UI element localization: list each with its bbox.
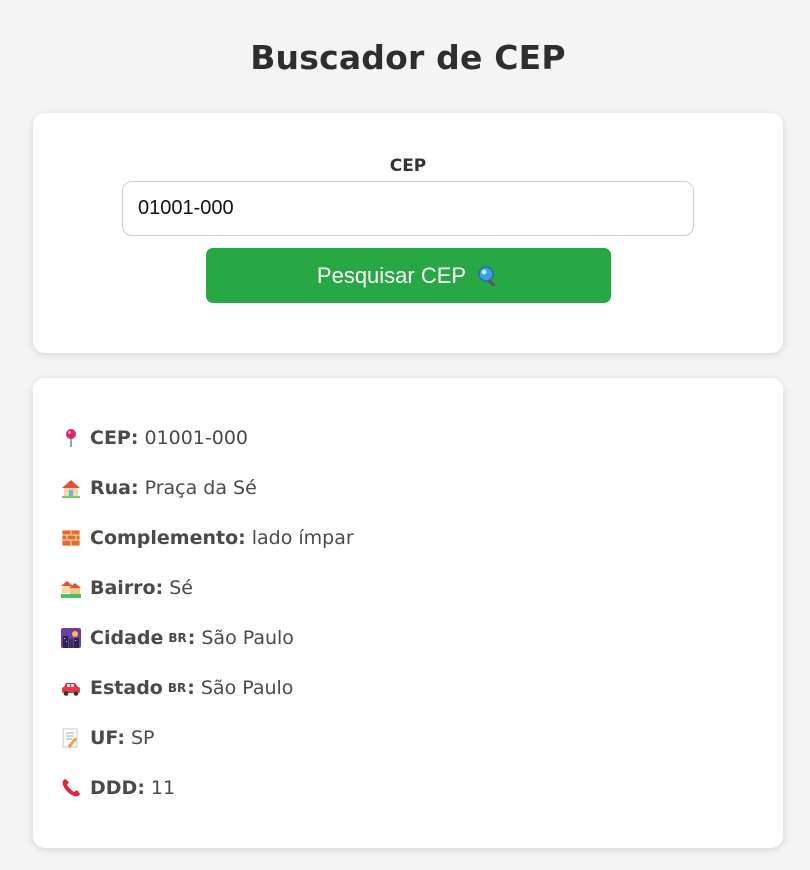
cidade-value: São Paulo bbox=[201, 627, 294, 649]
bairro-value: Sé bbox=[169, 577, 193, 599]
memo-icon bbox=[61, 728, 81, 748]
result-row-cidade: Cidade BR : São Paulo bbox=[61, 625, 294, 651]
phone-icon bbox=[61, 778, 81, 798]
result-row-estado: Estado BR : São Paulo bbox=[61, 675, 293, 701]
result-row-rua: Rua: Praça da Sé bbox=[61, 475, 257, 501]
cidade-colon: : bbox=[187, 627, 196, 649]
cidade-flag-text: BR bbox=[168, 631, 187, 645]
magnifier-icon bbox=[476, 264, 500, 288]
result-row-bairro: Bairro: Sé bbox=[61, 575, 193, 601]
brick-icon bbox=[61, 528, 81, 548]
cep-label: CEP: bbox=[90, 427, 139, 449]
cidade-label: Cidade bbox=[90, 627, 164, 649]
pin-icon bbox=[61, 428, 81, 448]
complemento-value: lado ímpar bbox=[251, 527, 354, 549]
car-icon bbox=[61, 678, 81, 698]
search-cep-button[interactable]: Pesquisar CEP bbox=[206, 248, 611, 303]
result-row-ddd: DDD: 11 bbox=[61, 775, 175, 801]
estado-label: Estado bbox=[90, 677, 163, 699]
estado-flag-text: BR bbox=[167, 681, 187, 695]
page-title: Buscador de CEP bbox=[250, 38, 566, 77]
complemento-label: Complemento: bbox=[90, 527, 246, 549]
rua-label: Rua: bbox=[90, 477, 139, 499]
estado-value: São Paulo bbox=[200, 677, 294, 699]
result-row-cep: CEP: 01001-000 bbox=[61, 425, 248, 451]
estado-colon: : bbox=[187, 677, 195, 699]
cep-input[interactable] bbox=[122, 181, 694, 236]
houses-icon bbox=[61, 578, 81, 598]
cep-field-label: CEP bbox=[389, 156, 427, 176]
city-icon bbox=[61, 628, 81, 648]
cep-value: 01001-000 bbox=[144, 427, 249, 449]
result-row-uf: UF: SP bbox=[61, 725, 155, 751]
result-row-complemento: Complemento: lado ímpar bbox=[61, 525, 354, 551]
uf-value: SP bbox=[130, 727, 155, 749]
ddd-label: DDD: bbox=[90, 777, 145, 799]
bairro-label: Bairro: bbox=[90, 577, 164, 599]
search-button-label: Pesquisar CEP bbox=[316, 262, 467, 288]
uf-label: UF: bbox=[90, 727, 125, 749]
ddd-value: 11 bbox=[150, 777, 176, 799]
rua-value: Praça da Sé bbox=[144, 477, 257, 499]
house-icon bbox=[61, 478, 81, 498]
